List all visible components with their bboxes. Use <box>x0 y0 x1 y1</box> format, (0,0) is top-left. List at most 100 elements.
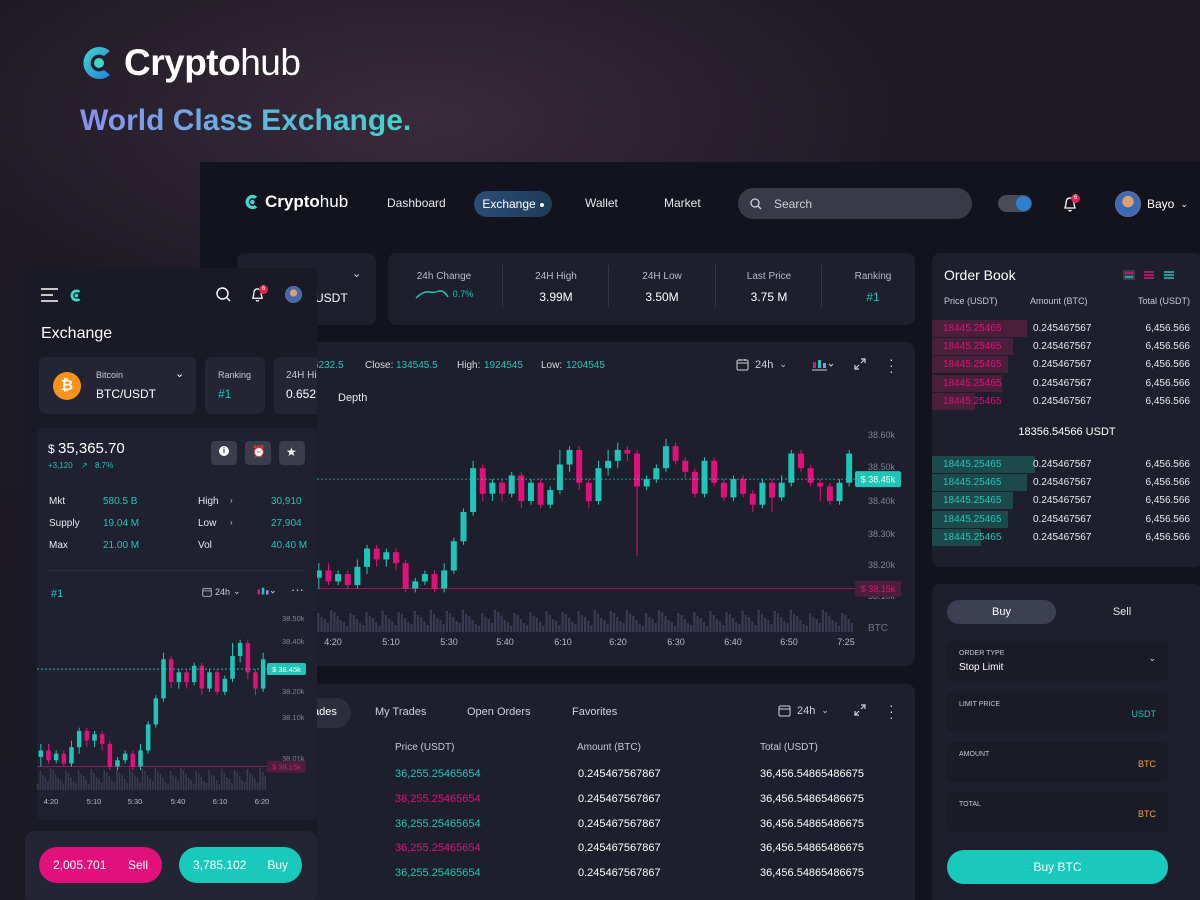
total-field[interactable]: TOTAL BTC <box>947 792 1168 832</box>
candle <box>107 743 113 767</box>
trade-price: 36,255.25465654 <box>395 768 481 780</box>
stat-value: 3.75 M <box>750 290 788 304</box>
x-tick-label: 6:10 <box>213 797 228 806</box>
orderbook-row[interactable]: 18445.25465 0.245467567 6,456.566 <box>932 392 1200 411</box>
field-label: TOTAL <box>959 801 981 808</box>
menu-icon[interactable] <box>41 288 58 302</box>
search-input[interactable] <box>774 196 944 211</box>
order-type-select[interactable]: ORDER TYPE Stop Limit ⌄ <box>947 641 1168 681</box>
volume-bar <box>574 624 577 632</box>
notification-button[interactable]: 6 <box>250 285 268 308</box>
candle <box>788 453 795 483</box>
volume-bar <box>474 624 477 632</box>
search-icon[interactable] <box>216 287 231 302</box>
volume-bar <box>111 780 113 790</box>
volume-bar <box>564 614 567 632</box>
buy-button[interactable]: 3,785.102 Buy <box>179 847 302 883</box>
sell-button[interactable]: 2,005.701 Sell <box>39 847 162 883</box>
buy-btc-button[interactable]: Buy BTC <box>947 850 1168 884</box>
ranking-label: Ranking <box>218 370 252 380</box>
volume-bar <box>44 777 47 790</box>
expand-button[interactable] <box>854 704 866 719</box>
more-options-button[interactable]: · · · <box>889 698 894 724</box>
notification-button[interactable]: 6 <box>1062 194 1080 218</box>
volume-bar <box>558 625 561 632</box>
tab-open-orders[interactable]: Open Orders <box>467 706 531 718</box>
amount-field[interactable]: AMOUNT BTC <box>947 742 1168 782</box>
volume-bar <box>702 622 706 632</box>
volume-bar <box>226 777 228 790</box>
volume-bar <box>831 620 834 632</box>
volume-bar <box>336 616 339 632</box>
volume-bar <box>384 615 387 632</box>
coin-selector[interactable]: ₿ Bitcoin BTC/USDT ⌄ <box>39 357 196 414</box>
volume-bar <box>39 771 42 790</box>
stat-label: Last Price <box>746 271 792 282</box>
volume-bar <box>259 768 261 790</box>
candle <box>479 468 486 494</box>
candle <box>115 760 120 767</box>
avatar[interactable] <box>285 286 302 303</box>
volume-bar <box>809 613 812 632</box>
orderbook-row[interactable]: 18445.25465 0.245467567 6,456.566 <box>932 474 1200 492</box>
volume-bar <box>205 783 208 790</box>
x-tick-label: 4:20 <box>324 637 342 647</box>
nav-market[interactable]: Market <box>664 196 701 210</box>
volume-bar <box>264 776 266 790</box>
orderbook-row[interactable]: 18445.25465 0.245467567 6,456.566 <box>932 320 1200 338</box>
market-stats: 24h Change 0.7% 24H High 3.99M 24H Low 3… <box>388 253 915 325</box>
candle <box>168 659 174 683</box>
orderbook-row[interactable]: 18445.25465 0.245467567 6,456.566 <box>932 356 1200 374</box>
candle <box>759 482 766 505</box>
volume-bar <box>85 780 88 790</box>
view-bids-icon[interactable] <box>1163 270 1175 280</box>
volume-bar <box>429 610 432 632</box>
candle <box>402 563 409 589</box>
tab-favorites[interactable]: Favorites <box>572 706 617 718</box>
nav-exchange[interactable]: Exchange <box>474 191 552 217</box>
volume-bar <box>503 620 506 632</box>
volume-bar <box>719 621 722 632</box>
orderbook-row[interactable]: 18445.25465 0.245467567 6,456.566 <box>932 456 1200 474</box>
volume-bar <box>551 619 555 632</box>
limit-price-field[interactable]: LIMIT PRICE USDT <box>947 692 1168 732</box>
volume-bar <box>123 779 126 790</box>
volume-bar <box>37 784 39 790</box>
volume-bar <box>54 774 57 790</box>
trade-amount: 0.245467567867 <box>578 817 661 830</box>
tab-my-trades[interactable]: My Trades <box>375 706 426 718</box>
orderbook-row[interactable]: 18445.25465 0.245467567 6,456.566 <box>932 374 1200 393</box>
nav-wallet[interactable]: Wallet <box>585 196 618 210</box>
volume-bar <box>455 621 458 632</box>
orderbook-row[interactable]: 18445.25465 0.245467567 6,456.566 <box>932 510 1200 529</box>
theme-toggle[interactable] <box>998 195 1032 212</box>
nav-dashboard[interactable]: Dashboard <box>387 196 446 210</box>
y-tick-label: 38.50k <box>868 462 896 472</box>
user-menu[interactable]: Bayo ⌄ <box>1115 191 1188 217</box>
orderbook-row[interactable]: 18445.25465 0.245467567 6,456.566 <box>932 338 1200 356</box>
volume-bar <box>516 615 519 632</box>
candle <box>807 468 814 483</box>
buy-tab[interactable]: Buy <box>947 600 1056 624</box>
nav-logo[interactable]: Cryptohub <box>244 192 348 212</box>
expand-icon <box>854 704 866 716</box>
volume-bar <box>108 776 111 790</box>
orderbook-row[interactable]: 18445.25465 0.245467567 6,456.566 <box>932 492 1200 510</box>
orderbook-row[interactable]: 18445.25465 0.245467567 6,456.566 <box>932 528 1200 547</box>
candle <box>624 449 631 454</box>
volume-bar <box>75 783 77 790</box>
volume-bar <box>352 615 355 632</box>
volume-bar <box>789 610 792 632</box>
sell-tab[interactable]: Sell <box>1092 600 1152 624</box>
volume-bar <box>330 610 333 632</box>
trade-amount: 0.245467567867 <box>578 768 661 780</box>
candle <box>61 753 67 764</box>
view-both-icon[interactable] <box>1123 270 1135 280</box>
volume-bar <box>100 783 103 790</box>
row-total: 6,456.566 <box>1145 531 1191 543</box>
volume-bar <box>432 614 436 632</box>
view-asks-icon[interactable] <box>1143 270 1155 280</box>
volume-bar <box>609 611 612 632</box>
trades-interval-select[interactable]: 24h ⌄ <box>778 704 829 717</box>
toggle-knob <box>1016 196 1031 211</box>
